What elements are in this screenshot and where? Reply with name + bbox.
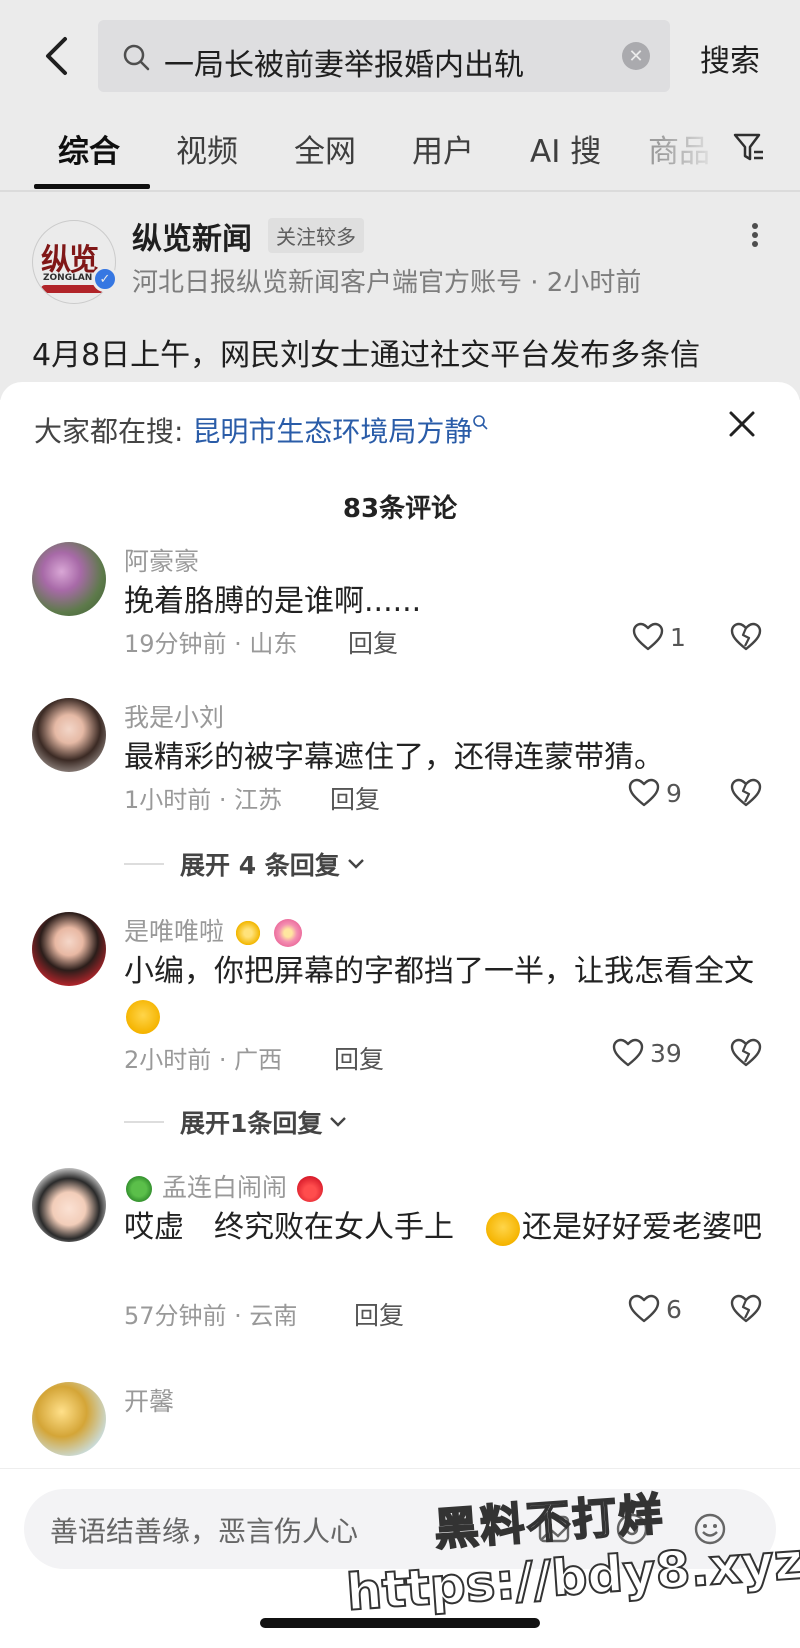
close-icon [729,411,755,437]
like-button[interactable]: 39 [612,1038,682,1068]
reply-button[interactable]: 回复 [334,1040,384,1076]
comment-author-name: 孟连白闹闹 [161,1173,287,1202]
divider-line [124,863,164,865]
heart-icon [628,1294,660,1323]
broken-heart-icon [730,1294,762,1323]
broken-heart-icon [730,1038,762,1067]
expand-replies-button[interactable]: 展开 4 条回复 [124,846,366,882]
comment-sheet: 大家都在搜: 昆明市生态环境局方静 83条评论 阿豪豪 挽着胳膊的是谁啊....… [0,382,800,1648]
avatar[interactable] [32,1168,106,1242]
expand-replies-label: 展开1条回复 [180,1109,323,1138]
search-icon [473,415,488,430]
sparkle-emoji-icon [233,919,262,947]
like-count: 9 [666,778,682,808]
heart-icon [632,622,664,651]
comment-author[interactable]: 孟连白闹闹 [124,1168,325,1204]
strawberry-emoji-icon [296,1176,323,1202]
heart-icon [628,778,660,807]
like-count: 6 [666,1294,682,1324]
comment-text-body: 小编，你把屏幕的字都挡了一半，让我怎看全文 [124,954,754,989]
comment-time-location: 1小时前 · 江苏 [124,786,283,814]
comment-text: 最精彩的被字幕遮住了，还得连蒙带猜。 [124,740,664,775]
comment-time-location: 57分钟前 · 云南 [124,1302,298,1330]
comment-text-part: 哎虚 终究败在女人手上 [124,1210,484,1245]
avatar[interactable] [32,1382,106,1456]
heart-icon [612,1038,644,1067]
comment-author[interactable]: 开馨 [124,1382,174,1418]
chevron-down-icon [330,1117,347,1127]
dislike-button[interactable] [730,622,762,656]
comment-text: 挽着胳膊的是谁啊...... [124,584,422,619]
dim-overlay [0,0,800,400]
like-button[interactable]: 9 [628,778,682,808]
comment-text-part: 还是好好爱老婆吧 [522,1210,762,1245]
like-count: 1 [670,622,686,652]
divider-line [124,1121,164,1123]
broken-heart-icon [730,778,762,807]
avatar[interactable] [32,542,106,616]
chevron-down-icon [347,859,364,869]
comment-input-placeholder: 善语结善缘，恶言伤人心 [50,1515,359,1548]
like-count: 39 [650,1038,682,1068]
comment-text: 小编，你把屏幕的字都挡了一半，让我怎看全文 [124,950,764,1038]
comment-item: 是唯唯啦 小编，你把屏幕的字都挡了一半，让我怎看全文 2小时前 · 广西 回复 … [0,912,800,1142]
avatar[interactable] [32,698,106,772]
clover-emoji-icon [126,1176,152,1202]
comment-item: 开馨 [0,1382,800,1468]
comment-author-name: 是唯唯啦 [124,917,225,946]
comment-time-location: 2小时前 · 广西 [124,1046,283,1074]
pleading-emoji-icon [486,1211,520,1246]
comment-item: 我是小刘 最精彩的被字幕遮住了，还得连蒙带猜。 1小时前 · 江苏 回复 9 展… [0,698,800,880]
hot-search: 大家都在搜: 昆明市生态环境局方静 [34,410,488,450]
comment-author[interactable]: 阿豪豪 [124,542,199,578]
flower-emoji-icon [273,919,302,947]
avatar[interactable] [32,912,106,986]
laughing-emoji-icon [126,999,160,1034]
like-button[interactable]: 1 [632,622,686,652]
comment-count: 83条评论 [342,494,458,524]
home-indicator [260,1618,540,1628]
reply-button[interactable]: 回复 [330,780,380,816]
like-button[interactable]: 6 [628,1294,682,1324]
hot-search-link[interactable]: 昆明市生态环境局方静 [192,415,472,448]
comment-text: 哎虚 终究败在女人手上 还是好好爱老婆吧 [124,1206,764,1250]
broken-heart-icon [730,622,762,651]
hot-search-prefix: 大家都在搜: [34,415,193,448]
comment-author[interactable]: 是唯唯啦 [124,912,304,948]
expand-replies-label: 展开 4 条回复 [180,851,340,880]
background-page: 一局长被前妻举报婚内出轨 ✕ 搜索 综合 视频 全网 用户 AI 搜 商品 纵览… [0,0,800,400]
comment-item: 阿豪豪 挽着胳膊的是谁啊...... 19分钟前 · 山东 回复 1 [0,542,800,682]
dislike-button[interactable] [730,1294,762,1328]
reply-button[interactable]: 回复 [348,624,398,660]
dislike-button[interactable] [730,1038,762,1072]
close-button[interactable] [720,402,764,446]
dislike-button[interactable] [730,778,762,812]
reply-button[interactable]: 回复 [354,1296,404,1332]
comment-item: 孟连白闹闹 哎虚 终究败在女人手上 还是好好爱老婆吧 57分钟前 · 云南 回复… [0,1168,800,1358]
comment-time-location: 19分钟前 · 山东 [124,630,298,658]
comment-author[interactable]: 我是小刘 [124,698,224,734]
expand-replies-button[interactable]: 展开1条回复 [124,1104,348,1140]
